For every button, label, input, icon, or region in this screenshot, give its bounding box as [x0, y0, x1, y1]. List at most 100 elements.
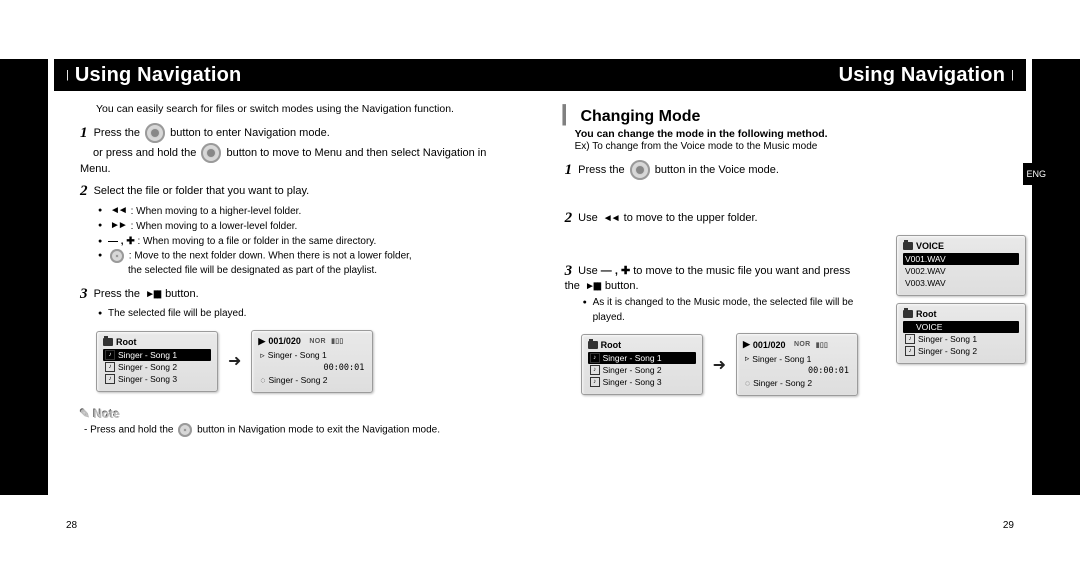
screen-title-text: Root	[116, 337, 137, 347]
folder-icon	[588, 341, 598, 349]
screen-title: ▶001/020 NOR ▮▯▯	[743, 339, 851, 350]
screen-title-text: Root	[916, 309, 937, 319]
step-number: 1	[565, 162, 573, 178]
nav-button-icon	[110, 249, 124, 263]
screen-play: ▶001/020 NOR ▮▯▯ ▹Singer - Song 1 00:00:…	[736, 333, 858, 396]
note-a: Press and hold the	[90, 425, 173, 436]
screen-root-voice: Root VOICE ♪Singer - Song 1 ♪Singer - So…	[896, 303, 1026, 364]
step3r-bullets: As it is changed to the Music mode, the …	[563, 296, 858, 325]
screens-row: Root ♪Singer - Song 1 ♪Singer - Song 2 ♪…	[581, 333, 858, 396]
screen-row: ▹Singer - Song 1	[258, 349, 366, 362]
row-text: Singer - Song 1	[268, 350, 327, 360]
nav-button-icon	[145, 123, 165, 143]
screen-row: ♪Singer - Song 1	[588, 352, 696, 364]
screen-title: Root	[588, 340, 696, 350]
step-number: 1	[80, 125, 88, 141]
bullet-text: : When moving to a file or folder in the…	[138, 236, 377, 247]
step-number: 2	[565, 210, 573, 226]
nav-button-icon	[178, 423, 192, 437]
screen-row: V003.WAV	[903, 277, 1019, 289]
language-tab: ENG	[1023, 163, 1049, 185]
row-text: Singer - Song 2	[753, 378, 812, 388]
folder-icon	[903, 310, 913, 318]
note-icon: ♪	[590, 365, 600, 375]
header-title-left: Using Navigation	[75, 64, 242, 87]
queue-icon: ◌	[260, 375, 265, 385]
row-text: V002.WAV	[905, 266, 946, 276]
screen-title-text: Root	[601, 340, 622, 350]
screen-row: ♪Singer - Song 2	[903, 345, 1019, 357]
battery-icon: ▮▯▯	[813, 341, 828, 349]
step-3r: 3 Use — , ✚ to move to the music file yo…	[565, 263, 858, 292]
step2r-a: Use	[578, 212, 598, 224]
step1r-b: button in the Voice mode.	[655, 164, 779, 176]
rewind-icon: ◄◄	[110, 204, 126, 219]
screen-row: ▹Singer - Song 1	[743, 352, 851, 365]
row-text: Singer - Song 2	[603, 365, 662, 375]
screen-play: ▶001/020 NOR ▮▯▯ ▹Singer - Song 1 00:00:…	[251, 330, 373, 393]
page-number-right: 29	[1003, 520, 1014, 531]
left-column: | Using Navigation You can easily search…	[48, 59, 533, 537]
row-text: Singer - Song 1	[752, 354, 811, 364]
bullet: ►► : When moving to a lower-level folder…	[98, 219, 509, 234]
bullet: ◄◄ : When moving to a higher-level folde…	[98, 204, 509, 219]
header-right: Using Navigation |	[533, 59, 1032, 91]
note-icon: ♪	[590, 377, 600, 387]
step3-b: button.	[165, 288, 199, 300]
queue-icon: ◌	[745, 378, 750, 388]
step-number: 2	[80, 183, 88, 199]
battery-icon: ▮▯▯	[329, 337, 344, 345]
screen-row: ♪Singer - Song 3	[588, 376, 696, 388]
note-icon: ♪	[905, 346, 915, 356]
screen-root-songs: Root ♪Singer - Song 1 ♪Singer - Song 2 ♪…	[581, 334, 703, 395]
play-pause-icon: ►▮▮	[145, 289, 160, 300]
bold-line: You can change the mode in the following…	[575, 128, 858, 140]
screen-row: 00:00:01	[743, 365, 851, 377]
step-2: 2 Select the file or folder that you wan…	[80, 183, 509, 200]
step-number: 3	[565, 263, 573, 279]
play-indicator-icon: ▹	[745, 353, 749, 364]
step2-bullets: ◄◄ : When moving to a higher-level folde…	[78, 204, 509, 278]
minus-plus-icon: — , ✚	[108, 236, 135, 247]
bullet-text: As it is changed to the Music mode, the …	[593, 297, 854, 323]
screen-title: Root	[903, 309, 1019, 319]
status-text: NOR	[309, 338, 325, 345]
header-left: | Using Navigation	[48, 59, 533, 91]
step2r-b: to move to the upper folder.	[624, 212, 758, 224]
row-text: Singer - Song 1	[118, 350, 177, 360]
step-3: 3 Press the ►▮▮ button.	[80, 286, 509, 303]
screen-row: ♪Singer - Song 2	[588, 364, 696, 376]
nav-button-icon	[630, 160, 650, 180]
note-icon: ♪	[590, 353, 600, 363]
row-text: Singer - Song 1	[918, 334, 977, 344]
row-text: VOICE	[916, 322, 942, 332]
note-icon: ♪	[905, 334, 915, 344]
nav-button-icon	[201, 143, 221, 163]
screen-row: 00:00:01	[258, 362, 366, 374]
step3r-a: Use	[578, 265, 598, 277]
row-text: Singer - Song 2	[918, 346, 977, 356]
folder-icon	[905, 324, 913, 330]
step-1: 1 Press the button to enter Navigation m…	[80, 123, 509, 175]
step3-a: Press the	[94, 288, 140, 300]
counter-text: 001/020	[753, 340, 786, 350]
bullet-text: : When moving to a higher-level folder.	[131, 206, 302, 217]
subheading-text: Changing Mode	[580, 108, 700, 125]
arrow-right-icon: ➜	[228, 351, 241, 371]
screen-row: V001.WAV	[903, 253, 1019, 265]
step2-head: Select the file or folder that you want …	[94, 185, 310, 197]
folder-icon	[903, 242, 913, 250]
screen-row: ♪Singer - Song 1	[903, 333, 1019, 345]
step1-text-b: button to enter Navigation mode.	[170, 127, 330, 139]
step1r-a: Press the	[578, 164, 624, 176]
arrow-right-icon: ➜	[713, 355, 726, 375]
step3-bullets: The selected file will be played.	[78, 307, 509, 322]
screen-row: ♪Singer - Song 1	[103, 349, 211, 361]
note-line: - Press and hold the button in Navigatio…	[84, 423, 509, 437]
row-text: V001.WAV	[905, 254, 946, 264]
bullet: — , ✚ : When moving to a file or folder …	[98, 235, 509, 250]
intro-text: You can easily search for files or switc…	[96, 103, 509, 115]
screen-row: ◌Singer - Song 2	[743, 377, 851, 389]
screen-row: ♪Singer - Song 3	[103, 373, 211, 385]
step-1r: 1 Press the button in the Voice mode.	[565, 160, 858, 180]
